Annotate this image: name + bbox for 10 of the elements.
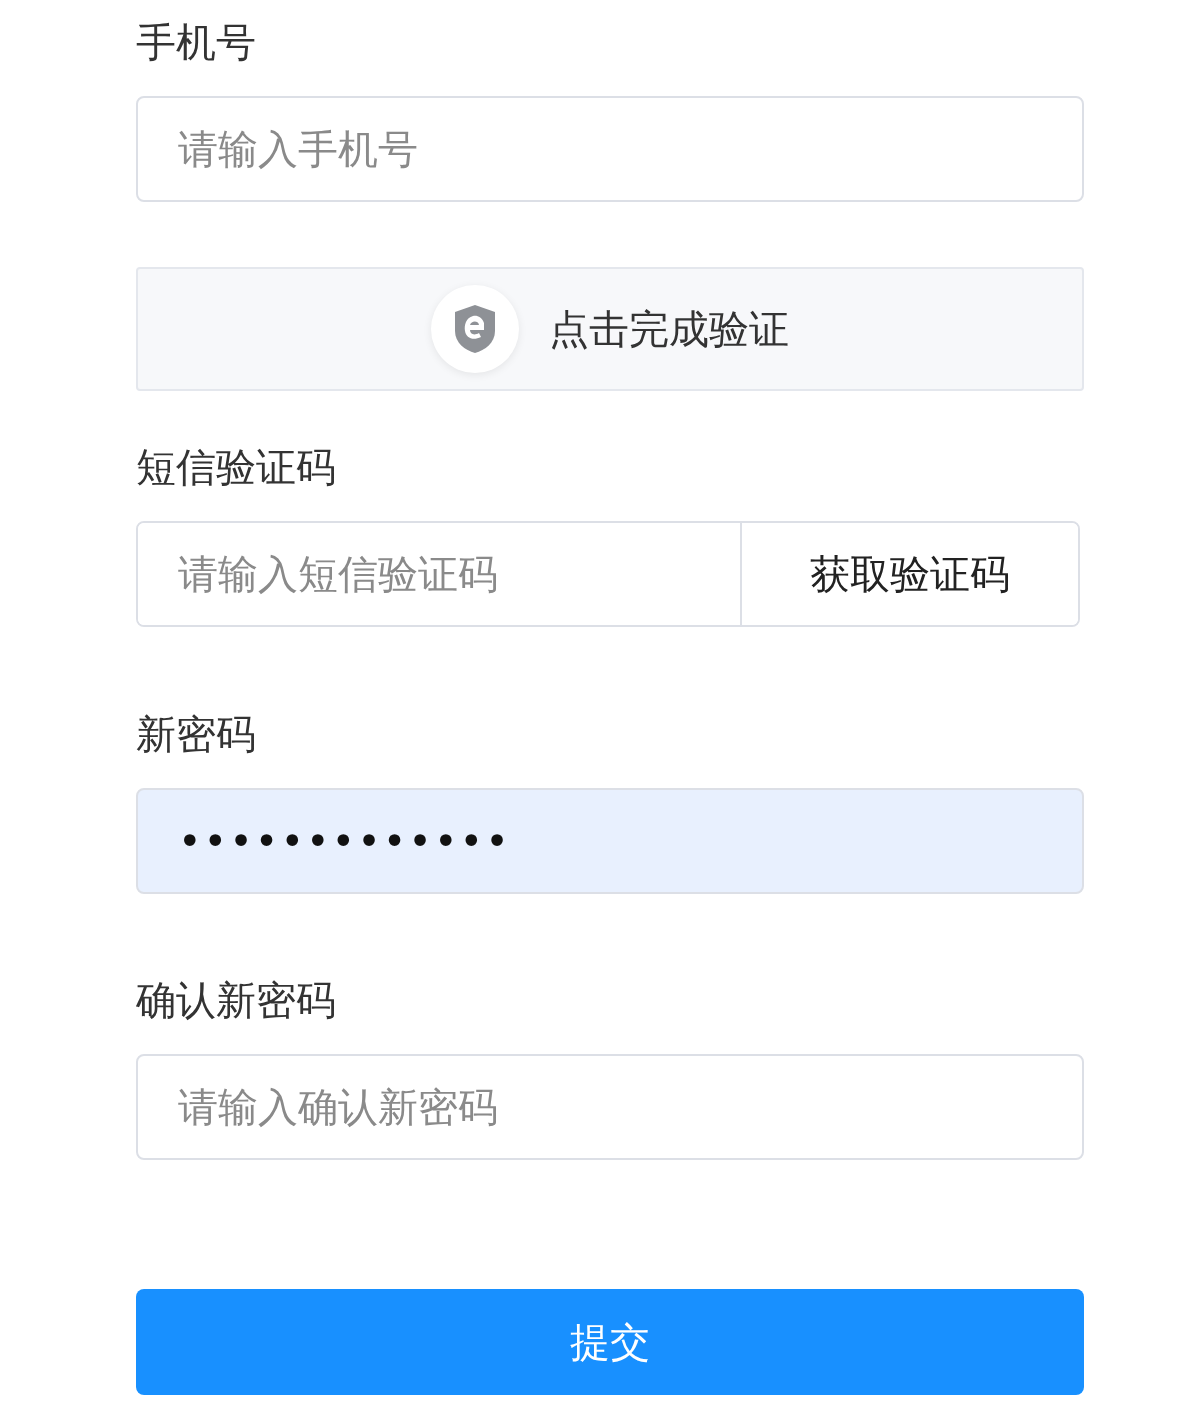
password-field[interactable]: ••••••••••••• bbox=[136, 788, 1084, 894]
get-code-button[interactable]: 获取验证码 bbox=[740, 523, 1078, 625]
field-label: 新密码 bbox=[136, 710, 256, 759]
input-field[interactable]: 请输入确认新密码 bbox=[136, 1054, 1084, 1160]
input-field[interactable]: 请输入手机号 bbox=[136, 96, 1084, 202]
field-label: 手机号 bbox=[136, 18, 256, 67]
input-field[interactable]: 请输入短信验证码 获取验证码 bbox=[136, 521, 1080, 627]
field-label: 短信验证码 bbox=[136, 443, 336, 492]
field-label: 确认新密码 bbox=[136, 976, 336, 1025]
verify-button[interactable]: 点击完成验证 bbox=[136, 267, 1084, 391]
